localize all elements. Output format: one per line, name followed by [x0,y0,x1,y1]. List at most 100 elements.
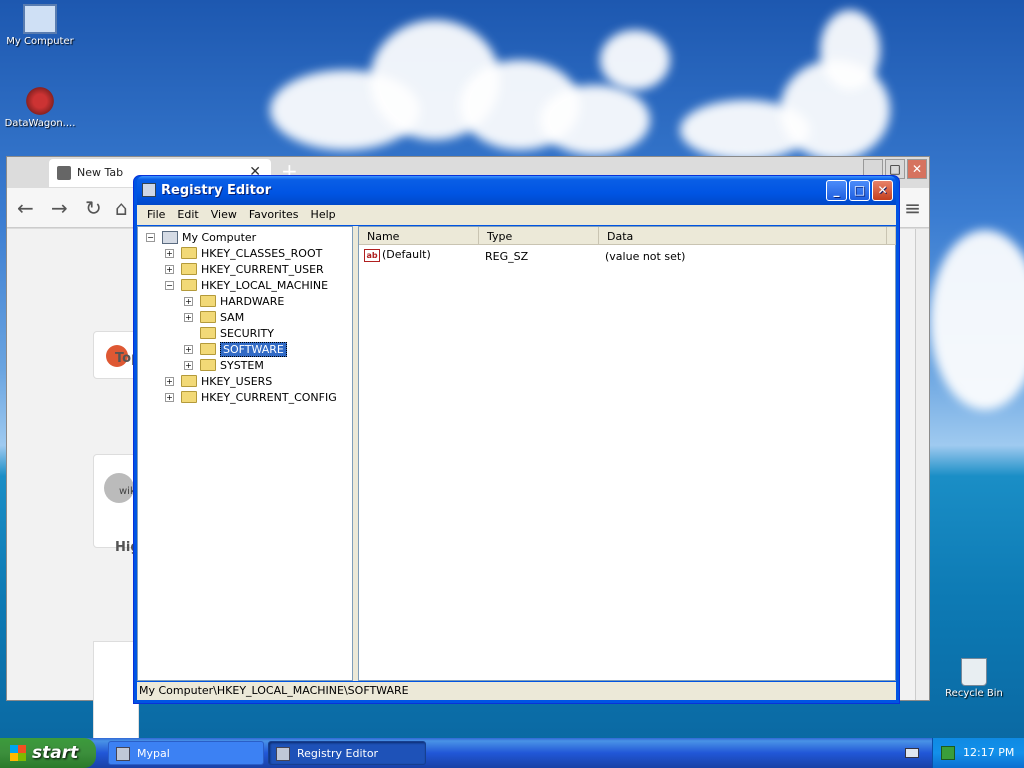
desktop-icon-my-computer[interactable]: My Computer [0,4,80,47]
tree-item-software[interactable]: + SOFTWARE [184,341,287,357]
tree-item-hkey-users[interactable]: + HKEY_USERS [165,373,272,389]
tree-item-label: HKEY_CLASSES_ROOT [201,246,323,260]
key-tree: − My Computer + HKEY_CLASSES_ROOT + HKEY… [137,226,353,681]
tree-item-label: HKEY_CURRENT_USER [201,262,324,276]
menu-favorites[interactable]: Favorites [243,208,305,225]
forward-arrow-icon[interactable]: → [51,196,68,220]
tree-item-security[interactable]: SECURITY [184,325,274,341]
start-button[interactable]: start [0,738,96,768]
value-type: REG_SZ [485,250,529,263]
tree-item-system[interactable]: + SYSTEM [184,357,264,373]
value-data: (value not set) [605,250,686,263]
tree-item-label: HKEY_CURRENT_CONFIG [201,390,337,404]
window-title: Registry Editor [161,183,272,198]
registry-editor-icon [276,747,290,761]
tree-item-label: HKEY_LOCAL_MACHINE [201,278,329,292]
registry-title-bar[interactable]: Registry Editor _ □ ✕ [137,176,896,205]
minimize-button[interactable]: _ [826,180,847,201]
menu-edit[interactable]: Edit [171,208,204,225]
expand-icon[interactable]: + [184,344,193,354]
open-folder-icon [200,343,216,355]
value-name-cell: ab (Default) [364,248,431,262]
desktop-icon-label: My Computer [6,36,74,47]
taskbar-item-label: Registry Editor [297,747,379,760]
tree-item-my-computer[interactable]: − My Computer [146,229,256,245]
folder-icon [181,391,197,403]
string-value-icon: ab [364,248,380,262]
column-header-name[interactable]: Name [359,227,479,245]
expand-icon[interactable]: + [165,248,174,258]
menu-icon[interactable]: ≡ [904,196,921,220]
tree-item-hkey-current-config[interactable]: + HKEY_CURRENT_CONFIG [165,389,337,405]
recycle-bin-icon [961,658,987,686]
close-button[interactable]: ✕ [872,180,893,201]
tree-item-label: HARDWARE [220,294,285,308]
collapse-icon[interactable]: − [165,280,174,290]
registry-app-icon [142,183,156,197]
maximize-button[interactable]: □ [849,180,870,201]
expand-icon[interactable]: + [184,360,193,370]
browser-close-button[interactable]: ✕ [907,159,927,179]
computer-icon [162,230,178,244]
desktop-icon-label: DataWagon.... [4,118,76,129]
desktop-icon-recycle-bin[interactable]: Recycle Bin [934,658,1014,699]
clock[interactable]: 12:17 PM [963,746,1014,759]
computer-icon [23,4,57,34]
tree-item-label: My Computer [182,230,257,244]
taskbar-item-mypal[interactable]: Mypal [108,741,264,765]
taskbar: start Mypal Registry Editor 12:17 PM [0,738,1024,768]
tree-item-hkey-classes-root[interactable]: + HKEY_CLASSES_ROOT [165,245,322,261]
folder-icon [200,295,216,307]
collapse-icon[interactable]: − [146,232,155,242]
reload-icon[interactable]: ↻ [85,196,102,220]
open-folder-icon [181,279,197,291]
value-row[interactable]: ab (Default) REG_SZ (value not set) [359,247,895,265]
desktop-icon-label: Recycle Bin [945,688,1003,699]
tree-item-sam[interactable]: + SAM [184,309,244,325]
menu-help[interactable]: Help [305,208,342,225]
home-icon[interactable]: ⌂ [115,196,128,220]
datawagon-shortcut-icon [23,86,57,116]
folder-icon [200,327,216,339]
taskbar-item-registry-editor[interactable]: Registry Editor [268,741,426,765]
registry-editor-window: Registry Editor _ □ ✕ File Edit View Fav… [133,175,900,704]
network-icon[interactable] [941,746,955,760]
desktop-icon-datawagon[interactable]: DataWagon.... [0,86,80,129]
tree-item-label: HKEY_USERS [201,374,273,388]
mypal-icon [116,747,130,761]
value-list: Name Type Data ab (Default) REG_SZ (value… [358,226,896,681]
expand-icon[interactable]: + [184,312,193,322]
menu-bar: File Edit View Favorites Help [137,205,896,225]
expand-icon[interactable]: + [165,392,174,402]
window-controls: _ □ ✕ [826,180,893,201]
start-label: start [32,743,79,763]
keyboard-icon[interactable] [905,748,919,758]
menu-view[interactable]: View [205,208,243,225]
menu-file[interactable]: File [141,208,171,225]
column-header-type[interactable]: Type [479,227,599,245]
expand-icon[interactable]: + [184,296,193,306]
tree-item-hkey-current-user[interactable]: + HKEY_CURRENT_USER [165,261,324,277]
browser-favicon-icon [57,166,71,180]
folder-icon [200,359,216,371]
value-name: (Default) [382,248,431,261]
folder-icon [181,375,197,387]
column-header-filler [887,227,896,245]
browser-scrollbar[interactable] [915,229,929,700]
status-path: My Computer\HKEY_LOCAL_MACHINE\SOFTWARE [139,684,409,697]
back-arrow-icon[interactable]: ← [17,196,34,220]
registry-panes: − My Computer + HKEY_CLASSES_ROOT + HKEY… [137,226,896,681]
system-tray: 12:17 PM [932,738,1024,768]
folder-icon [181,263,197,275]
folder-icon [181,247,197,259]
tree-item-hardware[interactable]: + HARDWARE [184,293,284,309]
tree-item-label-selected: SOFTWARE [220,341,287,357]
column-header-data[interactable]: Data [599,227,887,245]
tree-item-hkey-local-machine[interactable]: − HKEY_LOCAL_MACHINE [165,277,328,293]
folder-icon [200,311,216,323]
expand-icon[interactable]: + [165,264,174,274]
tree-item-label: SAM [220,310,245,324]
taskbar-item-label: Mypal [137,747,170,760]
status-bar: My Computer\HKEY_LOCAL_MACHINE\SOFTWARE [137,682,896,700]
expand-icon[interactable]: + [165,376,174,386]
